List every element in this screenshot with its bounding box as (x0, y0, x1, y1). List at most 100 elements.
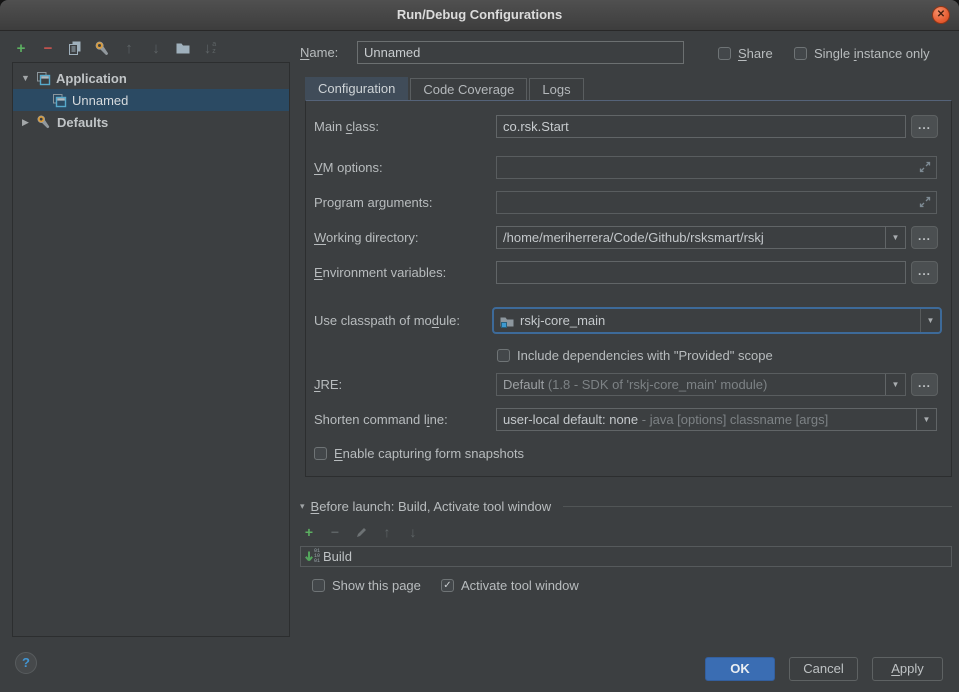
program-arguments-input[interactable] (496, 191, 937, 214)
activate-tool-window-label: Activate tool window (461, 578, 579, 593)
activate-tool-window-row[interactable]: ✓ Activate tool window (441, 577, 579, 593)
expand-field-icon[interactable] (918, 195, 932, 209)
working-directory-combo[interactable]: /home/meriherrera/Code/Github/rsksmart/r… (496, 226, 906, 249)
module-icon (499, 313, 515, 329)
collapse-icon[interactable]: ▾ (300, 501, 305, 512)
single-instance-label: Single instance only (814, 46, 930, 61)
wrench-gear-icon (36, 114, 52, 130)
help-button[interactable]: ? (15, 652, 37, 674)
sort-configurations-icon[interactable]: ↓ a z (201, 39, 219, 57)
move-task-up-icon[interactable]: ↑ (380, 523, 394, 541)
jre-browse-button[interactable]: ... (911, 373, 938, 396)
jre-dropdown[interactable]: ▼ (885, 374, 905, 395)
show-this-page-checkbox[interactable] (312, 579, 325, 592)
ellipsis-icon: ... (918, 264, 931, 278)
divider (563, 506, 952, 507)
chevron-down-icon: ▼ (892, 380, 900, 389)
move-up-icon[interactable]: ↑ (120, 39, 138, 57)
chevron-down-icon[interactable]: ▼ (20, 73, 31, 83)
before-launch-title: Before launch: Build, Activate tool wind… (311, 499, 552, 514)
move-task-down-icon[interactable]: ↓ (406, 523, 420, 541)
use-classpath-dropdown[interactable]: ▼ (920, 309, 940, 332)
tree-item-unnamed[interactable]: Unnamed (13, 89, 289, 111)
enable-capturing-label: Enable capturing form snapshots (334, 446, 524, 461)
copy-configuration-icon[interactable] (66, 39, 84, 57)
share-checkbox[interactable] (718, 47, 731, 60)
tab-configuration[interactable]: Configuration (305, 77, 408, 100)
jre-combo[interactable]: Default (1.8 - SDK of 'rskj-core_main' m… (496, 373, 906, 396)
tab-logs[interactable]: Logs (529, 78, 583, 100)
pencil-icon (355, 526, 368, 539)
chevron-down-icon: ▼ (927, 316, 935, 325)
task-label: Build (323, 549, 352, 564)
ellipsis-icon: ... (918, 376, 931, 390)
enable-capturing-checkbox[interactable] (314, 447, 327, 460)
sort-letter-z: z (212, 48, 216, 55)
jre-value: Default (1.8 - SDK of 'rskj-core_main' m… (497, 377, 885, 392)
remove-configuration-icon[interactable]: − (39, 39, 57, 57)
activate-tool-window-checkbox[interactable]: ✓ (441, 579, 454, 592)
remove-task-icon[interactable]: − (328, 523, 342, 541)
move-down-icon[interactable]: ↓ (147, 39, 165, 57)
working-directory-label: Working directory: (314, 226, 419, 249)
tree-item-label: Application (56, 71, 127, 86)
main-class-browse-button[interactable]: ... (911, 115, 938, 138)
shorten-command-line-label: Shorten command line: (314, 408, 448, 431)
environment-variables-input[interactable] (496, 261, 906, 284)
add-configuration-icon[interactable]: + (12, 39, 30, 57)
edit-defaults-icon[interactable] (93, 39, 111, 57)
tab-code-coverage[interactable]: Code Coverage (410, 78, 527, 100)
check-icon: ✓ (443, 580, 451, 591)
before-launch-header[interactable]: ▾ Before launch: Build, Activate tool wi… (300, 499, 952, 514)
working-directory-browse-button[interactable]: ... (911, 226, 938, 249)
question-icon: ? (22, 655, 30, 670)
application-icon (52, 93, 67, 108)
chevron-down-icon: ▼ (923, 415, 931, 424)
use-classpath-combo[interactable]: rskj-core_main ▼ (492, 307, 942, 334)
name-label: Name: (300, 41, 338, 65)
working-directory-dropdown[interactable]: ▼ (885, 227, 905, 248)
tree-item-defaults[interactable]: ▶ Defaults (13, 111, 289, 133)
name-input[interactable] (357, 41, 684, 64)
apply-button[interactable]: Apply (872, 657, 943, 681)
chevron-right-icon[interactable]: ▶ (20, 117, 31, 128)
titlebar: Run/Debug Configurations ✕ (0, 0, 959, 31)
single-instance-checkbox-row[interactable]: Single instance only (794, 45, 930, 61)
close-icon[interactable]: ✕ (932, 6, 950, 24)
run-debug-configurations-dialog: Run/Debug Configurations ✕ + − ↑ ↓ (0, 0, 959, 692)
share-checkbox-row[interactable]: Share (718, 45, 773, 61)
show-this-page-row[interactable]: Show this page (312, 577, 421, 593)
working-directory-value: /home/meriherrera/Code/Github/rsksmart/r… (497, 230, 885, 245)
shorten-command-line-combo[interactable]: user-local default: none - java [options… (496, 408, 937, 431)
include-dependencies-checkbox[interactable] (497, 349, 510, 362)
ellipsis-icon: ... (918, 229, 931, 243)
environment-variables-browse-button[interactable]: ... (911, 261, 938, 284)
configuration-tab-panel: Main class: ... VM options: Program argu… (305, 100, 952, 477)
share-label: Share (738, 46, 773, 61)
folder-icon (175, 40, 191, 56)
before-launch-toolbar: + − ↑ ↓ (302, 523, 420, 541)
ok-button[interactable]: OK (705, 657, 775, 681)
sort-arrow: ↓ (204, 40, 212, 57)
sort-az-letters: a z (212, 41, 216, 55)
shorten-command-line-value: user-local default: none - java [options… (497, 412, 916, 427)
tree-item-application[interactable]: ▼ Application (13, 67, 289, 89)
build-bits: 011001 (314, 549, 320, 564)
tree-item-label: Unnamed (72, 93, 128, 108)
before-launch-task-build[interactable]: 011001 Build (300, 546, 952, 567)
create-folder-icon[interactable] (174, 39, 192, 57)
sort-letter-a: a (212, 41, 216, 48)
include-dependencies-row[interactable]: Include dependencies with "Provided" sco… (497, 347, 773, 363)
main-class-input[interactable] (496, 115, 906, 138)
configurations-toolbar: + − ↑ ↓ ↓ a (12, 37, 219, 59)
expand-field-icon[interactable] (918, 160, 932, 174)
enable-capturing-row[interactable]: Enable capturing form snapshots (314, 445, 524, 461)
build-icon: 011001 (304, 549, 320, 564)
add-task-icon[interactable]: + (302, 523, 316, 541)
edit-task-icon[interactable] (354, 523, 368, 541)
wrench-gear-icon (94, 40, 111, 57)
vm-options-input[interactable] (496, 156, 937, 179)
shorten-command-line-dropdown[interactable]: ▼ (916, 409, 936, 430)
single-instance-checkbox[interactable] (794, 47, 807, 60)
cancel-button[interactable]: Cancel (789, 657, 858, 681)
